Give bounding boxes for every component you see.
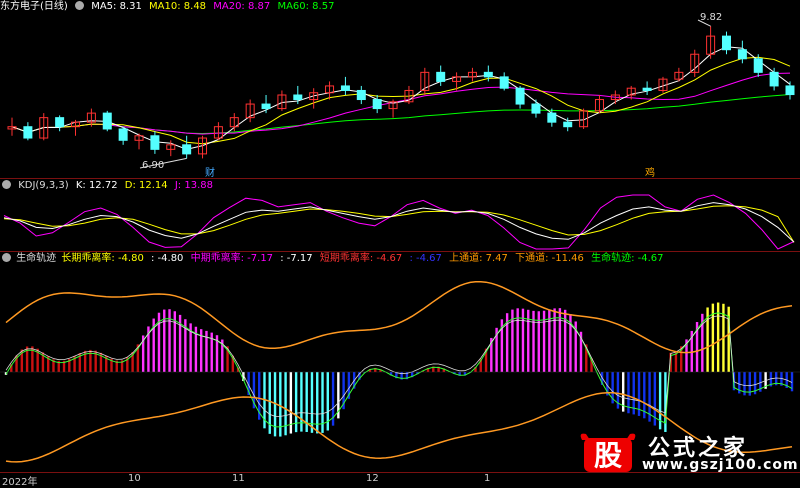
candle-body <box>437 72 445 81</box>
high-price-label: 9.82 <box>700 12 722 23</box>
kdj-d-value: D: 12.14 <box>125 180 168 191</box>
x-axis-label-nov: 11 <box>232 473 245 484</box>
long-bias-extra: : -4.80 <box>151 253 183 264</box>
candle-body <box>770 72 778 86</box>
x-axis: 2022年 10 11 12 1 <box>0 472 800 486</box>
long-bias-value: -4.80 <box>118 253 144 264</box>
kdj-header: KDJ(9,3,3) K: 12.72 D: 12.14 J: 13.88 <box>0 179 217 193</box>
price-chart[interactable] <box>0 0 800 178</box>
candle-body <box>151 136 159 150</box>
candle-body <box>119 129 127 140</box>
lower-channel-value: -11.46 <box>552 253 584 264</box>
candle-body <box>341 86 349 91</box>
short-bias-value: -4.67 <box>376 253 402 264</box>
candle-body <box>643 88 651 90</box>
life-settings-icon[interactable] <box>2 253 11 262</box>
candle-body <box>754 59 762 73</box>
mid-bias-line <box>6 316 792 417</box>
ma20-label: MA20: 8.87 <box>213 1 270 12</box>
event-marker-ji[interactable]: 鸡 <box>645 164 655 179</box>
candle-body <box>373 100 381 109</box>
settings-circle-icon[interactable] <box>75 1 84 10</box>
x-axis-label-jan: 1 <box>484 473 490 484</box>
candle-body <box>786 86 794 95</box>
low-price-label: 6.90 <box>142 160 164 171</box>
x-axis-label-oct: 10 <box>128 473 141 484</box>
life-track-value: -4.67 <box>638 253 664 264</box>
kdj-k-line <box>4 203 794 243</box>
candle-body <box>24 127 32 138</box>
kdj-k-value: K: 12.72 <box>76 180 118 191</box>
candle-body <box>484 72 492 77</box>
watermark-logo-icon: 股 <box>576 430 640 474</box>
candle-body <box>722 36 730 50</box>
life-indicator-name[interactable]: 生命轨迹 <box>16 253 56 264</box>
stock-title[interactable]: 东方电子(日线) <box>0 1 68 12</box>
mid-bias-value: -7.17 <box>247 253 273 264</box>
ma60-label: MA60: 8.57 <box>277 1 334 12</box>
upper-channel-label: 上通道: <box>449 253 482 264</box>
event-marker-cai[interactable]: 财 <box>205 164 215 179</box>
mid-bias-label: 中期乖离率: <box>191 253 244 264</box>
candle-body <box>262 104 270 109</box>
candle-body <box>500 77 508 88</box>
watermark-logo-char: 股 <box>594 439 622 472</box>
candle-body <box>103 113 111 129</box>
short-bias-label: 短期乖离率: <box>320 253 373 264</box>
price-panel: 东方电子(日线) MA5: 8.31 MA10: 8.48 MA20: 8.87… <box>0 0 800 178</box>
long-bias-label: 长期乖离率: <box>61 253 114 264</box>
watermark: 股 公式之家 www.gszj100.com <box>576 430 794 474</box>
life-header: 生命轨迹 长期乖离率: -4.80 : -4.80 中期乖离率: -7.17 :… <box>0 252 668 266</box>
mid-bias-extra: : -7.17 <box>280 253 312 264</box>
ma10-label: MA10: 8.48 <box>149 1 206 12</box>
candle-body <box>516 88 524 104</box>
kdj-settings-icon[interactable] <box>2 180 11 189</box>
life-track-line <box>6 313 792 427</box>
life-track-label: 生命轨迹: <box>591 253 634 264</box>
candle-body <box>564 122 572 127</box>
kdj-j-value: J: 13.88 <box>175 180 213 191</box>
upper-channel-line <box>6 282 792 353</box>
candle-body <box>532 104 540 113</box>
x-axis-label-dec: 12 <box>366 473 379 484</box>
kdj-j-line <box>4 195 794 249</box>
upper-channel-value: 7.47 <box>486 253 508 264</box>
short-bias-extra: : -4.67 <box>409 253 441 264</box>
kdj-name[interactable]: KDJ(9,3,3) <box>18 180 68 191</box>
candle-body <box>357 90 365 99</box>
lower-channel-label: 下通道: <box>515 253 548 264</box>
ma5-line <box>12 47 790 150</box>
price-header: 东方电子(日线) MA5: 8.31 MA10: 8.48 MA20: 8.87… <box>0 0 338 14</box>
ma60-line <box>12 95 790 134</box>
kdj-panel: KDJ(9,3,3) K: 12.72 D: 12.14 J: 13.88 <box>0 179 800 251</box>
watermark-url: www.gszj100.com <box>642 457 799 473</box>
candle-body <box>183 145 191 154</box>
candle-body <box>738 50 746 59</box>
ma5-label: MA5: 8.31 <box>91 1 142 12</box>
candle-body <box>56 118 64 127</box>
candle-body <box>548 113 556 122</box>
candle-body <box>294 95 302 100</box>
